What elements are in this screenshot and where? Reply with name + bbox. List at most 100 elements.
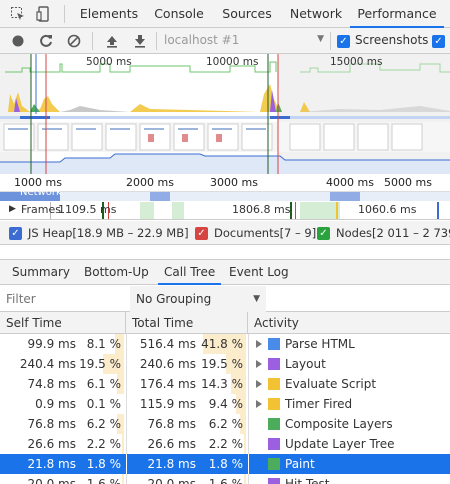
self-percent-bar (122, 454, 124, 474)
activity-name: Evaluate Script (285, 377, 377, 391)
total-time-percent: 14.3 % (201, 377, 243, 391)
inspect-element-icon[interactable] (10, 6, 26, 22)
recording-select-value: localhost #1 (164, 33, 240, 47)
tab-network[interactable]: Network (282, 0, 350, 28)
frame-block[interactable] (300, 202, 340, 219)
self-time-percent: 2.2 % (86, 437, 121, 451)
activity-name: Timer Fired (285, 397, 353, 411)
self-time-percent: 1.6 % (86, 477, 121, 484)
nodes-checkbox[interactable]: ✓ (317, 227, 330, 240)
ruler-label: 4000 ms (326, 176, 374, 189)
expand-arrow-icon[interactable] (256, 360, 262, 368)
total-time-value: 20.0 ms (147, 477, 196, 484)
total-time-value: 76.8 ms (147, 417, 196, 431)
total-time-percent: 9.4 % (208, 397, 243, 411)
recording-select[interactable]: localhost #1 ▼ (160, 31, 328, 51)
documents-checkbox[interactable]: ✓ (195, 227, 208, 240)
record-icon[interactable] (10, 33, 26, 49)
category-swatch (268, 338, 280, 350)
tab-console[interactable]: Console (146, 0, 212, 28)
total-time-value: 26.6 ms (147, 437, 196, 451)
frame-duration: 1806.8 ms (232, 203, 291, 216)
js-heap-checkbox[interactable]: ✓ (9, 227, 22, 240)
total-time-header[interactable]: Total Time (126, 312, 248, 334)
table-row[interactable]: 99.9 ms 8.1 % 516.4 ms 41.8 % Parse HTML (0, 334, 450, 354)
toolbar-divider (330, 32, 331, 50)
chevron-down-icon: ▼ (253, 294, 260, 304)
screenshots-checkbox[interactable]: ✓ (337, 35, 350, 48)
expand-arrow-icon[interactable] (256, 380, 262, 388)
download-icon[interactable] (132, 33, 148, 49)
self-time-value: 74.8 ms (27, 377, 76, 391)
frame-block[interactable] (140, 202, 154, 219)
self-time-percent: 0.1 % (86, 397, 121, 411)
table-row[interactable]: 240.4 ms 19.5 % 240.6 ms 19.5 % Layout (0, 354, 450, 374)
activity-header[interactable]: Activity (248, 312, 450, 334)
category-swatch (268, 438, 280, 450)
total-time-percent: 6.2 % (208, 417, 243, 431)
self-time-value: 76.8 ms (27, 417, 76, 431)
screenshots-label: Screenshots (355, 33, 429, 47)
activity-name: Parse HTML (285, 337, 355, 351)
clear-icon[interactable] (66, 33, 82, 49)
frame-marker (437, 202, 439, 219)
self-time-value: 21.8 ms (27, 457, 76, 471)
activity-name: Layout (285, 357, 326, 371)
table-row[interactable]: 0.9 ms 0.1 % 115.9 ms 9.4 % Timer Fired (0, 394, 450, 414)
documents-label: Documents[7 – 9] (214, 226, 317, 240)
chevron-down-icon: ▼ (317, 34, 324, 44)
self-time-percent: 6.1 % (86, 377, 121, 391)
table-row[interactable]: 74.8 ms 6.1 % 176.4 ms 14.3 % Evaluate Scrip… (0, 374, 450, 394)
tab-bottom-up[interactable]: Bottom-Up (84, 260, 149, 285)
grouping-select[interactable]: No Grouping ▼ (130, 286, 266, 312)
expand-arrow-icon[interactable] (256, 340, 262, 348)
timeline-overview[interactable]: 5000 ms 10000 ms 15000 ms (0, 54, 450, 174)
category-swatch (268, 398, 280, 410)
tab-performance[interactable]: Performance (350, 0, 444, 28)
activity-name: Composite Layers (285, 417, 393, 431)
reload-icon[interactable] (38, 33, 54, 49)
device-toolbar-icon[interactable] (36, 6, 52, 22)
table-row[interactable]: 76.8 ms 6.2 % 76.8 ms 6.2 % Composite Layers (0, 414, 450, 434)
tab-call-tree[interactable]: Call Tree (158, 260, 222, 285)
tab-elements[interactable]: Elements (72, 0, 146, 28)
ruler-label: 5000 ms (384, 176, 432, 189)
frame-block[interactable] (172, 202, 184, 219)
ruler-label: 3000 ms (210, 176, 258, 189)
tab-event-log[interactable]: Event Log (229, 260, 289, 285)
self-time-value: 0.9 ms (35, 397, 76, 411)
column-divider (248, 374, 249, 394)
self-time-percent: 1.8 % (86, 457, 121, 471)
memory-checkbox[interactable]: ✓ (432, 35, 445, 48)
network-track[interactable]: Network (0, 188, 450, 201)
frames-track[interactable]: ▶ Frames 1109.5 ms 1806.8 ms 1060.6 ms (0, 201, 450, 220)
grouping-value: No Grouping (136, 292, 212, 306)
total-time-value: 176.4 ms (139, 377, 196, 391)
total-time-value: 516.4 ms (139, 337, 196, 351)
table-row[interactable]: 26.6 ms 2.2 % 26.6 ms 2.2 % Update Layer Tre… (0, 434, 450, 454)
devtools-tabbar: Elements Console Sources Network Perform… (0, 0, 450, 28)
category-swatch (268, 358, 280, 370)
expand-arrow-icon[interactable]: ▶ (9, 204, 16, 214)
total-time-percent: 19.5 % (201, 357, 243, 371)
total-percent-bar (244, 434, 246, 454)
frame-duration: 1060.6 ms (358, 203, 417, 216)
network-bar (330, 192, 360, 201)
self-time-header[interactable]: Self Time (0, 312, 126, 334)
table-row[interactable]: 21.8 ms 1.8 % 21.8 ms 1.8 % Paint (0, 454, 450, 474)
activity-name: Update Layer Tree (285, 437, 395, 451)
network-bar (150, 192, 170, 201)
expand-arrow-icon[interactable] (256, 400, 262, 408)
tab-sources[interactable]: Sources (212, 0, 282, 28)
toolbar-divider (64, 5, 65, 23)
self-time-percent: 6.2 % (86, 417, 121, 431)
tab-summary[interactable]: Summary (12, 260, 70, 285)
column-divider (248, 414, 249, 434)
upload-icon[interactable] (104, 33, 120, 49)
category-swatch (268, 378, 280, 390)
category-swatch (268, 418, 280, 430)
column-divider (248, 434, 249, 454)
table-row[interactable]: 20.0 ms 1.6 % 20.0 ms 1.6 % Hit Test (0, 474, 450, 484)
category-swatch (268, 458, 280, 470)
filter-input[interactable] (4, 290, 126, 308)
